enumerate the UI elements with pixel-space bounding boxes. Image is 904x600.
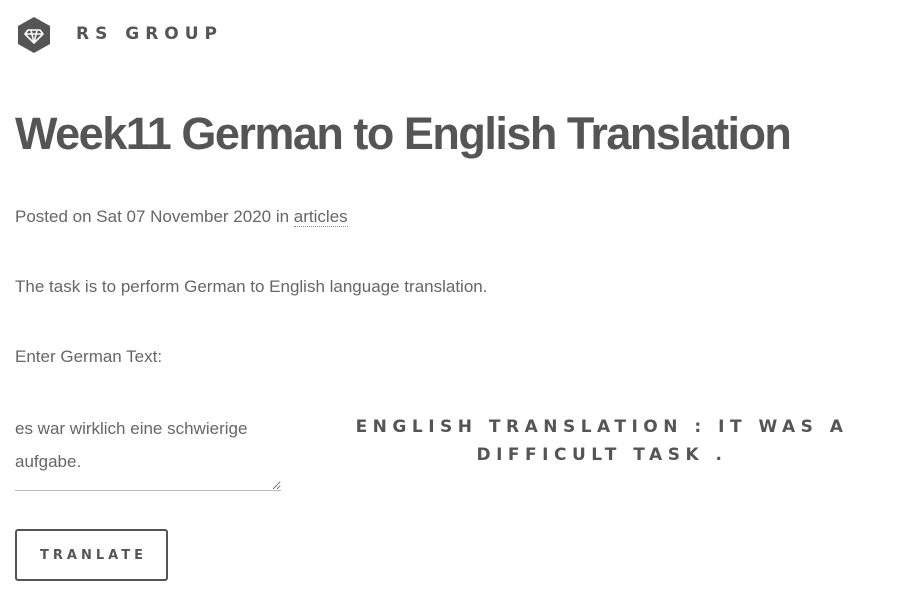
german-text-input[interactable]: es war wirklich eine schwierige aufgabe. xyxy=(15,412,281,491)
input-label: Enter German Text: xyxy=(15,347,163,366)
translation-output: ENGLISH TRANSLATION : IT WAS A DIFFICULT… xyxy=(355,417,849,465)
diamond-hexagon-icon xyxy=(18,17,50,53)
translate-button[interactable]: TRANLATE xyxy=(15,529,168,581)
brand-name[interactable]: RS GROUP xyxy=(76,24,223,44)
category-link[interactable]: articles xyxy=(293,207,348,227)
post-date: Posted on Sat 07 November 2020 in xyxy=(15,207,294,226)
task-description: The task is to perform German to English… xyxy=(15,277,488,296)
post-meta: Posted on Sat 07 November 2020 in articl… xyxy=(15,207,348,227)
logo[interactable] xyxy=(16,16,52,54)
page: RS GROUP Week11 German to English Transl… xyxy=(0,0,904,600)
page-title: Week11 German to English Translation xyxy=(15,108,792,159)
